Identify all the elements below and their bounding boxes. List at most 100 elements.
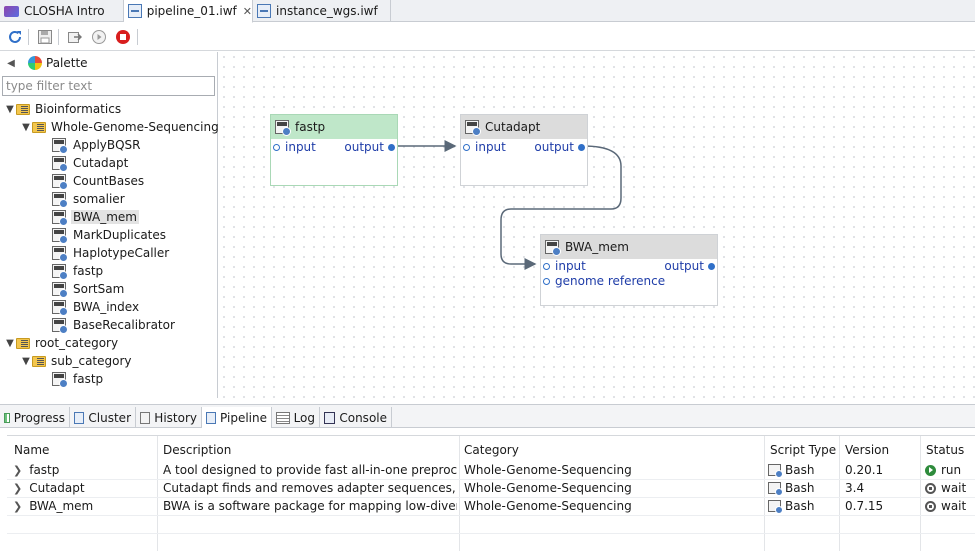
refresh-icon[interactable] [6,28,24,46]
wait-status-icon [925,500,936,512]
output-port[interactable]: output [344,140,395,154]
tree-tool[interactable]: fastp [52,370,105,388]
tool-icon [52,192,68,208]
workflow-file-icon [128,4,142,18]
save-icon[interactable] [36,28,54,46]
node-fastp[interactable]: fastp input output [270,114,398,186]
tab-label: instance_wgs.iwf [276,4,378,18]
pipeline-table: Name Description Category Script Type Ve… [7,435,975,551]
tree-tool[interactable]: CountBases [52,172,146,190]
node-bwa-mem[interactable]: BWA_mem input genome reference output [540,234,718,306]
row-description: A tool designed to provide fast all-in-o… [163,463,457,477]
chevron-down-icon[interactable]: ▼ [20,356,32,367]
tree-tool-selected[interactable]: BWA_mem [52,208,139,226]
editor-toolbar [0,23,975,51]
close-icon[interactable]: ✕ [243,5,252,18]
tab-pipeline[interactable]: Pipeline [202,407,272,428]
tree-tool[interactable]: BaseRecalibrator [52,316,177,334]
tree-tool[interactable]: BWA_index [52,298,141,316]
tab-progress[interactable]: Progress [0,407,70,428]
tool-icon [52,246,68,262]
input-port[interactable]: genome reference [543,274,665,288]
tab-cluster[interactable]: Cluster [70,407,136,428]
node-header: BWA_mem [541,235,717,259]
palette-header: ◀ Palette [0,52,217,74]
output-port[interactable]: output [534,140,585,154]
output-port[interactable]: output [664,259,715,273]
chevron-right-icon[interactable]: ❯ [13,500,22,513]
chevron-down-icon[interactable]: ▼ [4,338,16,349]
tool-icon [52,264,68,280]
palette-panel: ◀ Palette ▼ Bioinformatics ▼ Whole-Genom… [0,52,221,398]
tool-icon [52,228,68,244]
status-badge: run [925,461,961,479]
table-row[interactable]: ❯ Cutadapt [13,479,85,497]
tree-category[interactable]: ▼ Whole-Genome-Sequencing [20,118,221,136]
node-cutadapt[interactable]: Cutadapt input output [460,114,588,186]
tree-tool[interactable]: SortSam [52,280,126,298]
input-port[interactable]: input [273,140,316,154]
input-port[interactable]: input [463,140,506,154]
tab-label: CLOSHA Intro [24,4,105,18]
table-row[interactable]: ❯ fastp [13,461,59,479]
output-port-icon [708,262,715,270]
tab-log[interactable]: Log [272,407,320,428]
tab-closha-intro[interactable]: CLOSHA Intro [0,0,124,22]
row-category: Whole-Genome-Sequencing [464,481,632,495]
node-header: fastp [271,115,397,139]
stop-icon[interactable] [114,28,132,46]
export-icon[interactable] [66,28,84,46]
input-port-icon [463,143,470,151]
closha-logo-icon [4,5,19,17]
tab-console[interactable]: Console [320,407,392,428]
output-port-icon [388,143,395,151]
chevron-down-icon[interactable]: ▼ [20,122,32,133]
tree-tool[interactable]: somalier [52,190,127,208]
tool-icon [52,174,68,190]
tree-category[interactable]: ▼ sub_category [20,352,134,370]
log-icon [276,411,290,424]
tree-tool[interactable]: MarkDuplicates [52,226,168,244]
collapse-palette-icon[interactable]: ◀ [0,58,22,69]
column-header-script-type[interactable]: Script Type [770,439,836,461]
history-icon [140,411,151,424]
chevron-right-icon[interactable]: ❯ [13,464,22,477]
input-port-icon [543,277,550,285]
console-icon [324,411,336,424]
run-icon[interactable] [90,28,108,46]
row-description: BWA is a software package for mapping lo… [163,499,457,513]
row-description: Cutadapt finds and removes adapter seque… [163,481,457,495]
tree-category[interactable]: ▼ root_category [4,334,120,352]
input-port-icon [273,143,280,151]
tree-tool[interactable]: fastp [52,262,105,280]
tool-icon [465,120,481,136]
column-header-description[interactable]: Description [163,439,231,461]
tree-tool[interactable]: Cutadapt [52,154,130,172]
tree-category[interactable]: ▼ Bioinformatics [4,100,123,118]
column-header-version[interactable]: Version [845,439,889,461]
tree-tool[interactable]: ApplyBQSR [52,136,143,154]
tool-icon [52,372,68,388]
row-category: Whole-Genome-Sequencing [464,463,632,477]
chevron-down-icon[interactable]: ▼ [4,104,16,115]
pipeline-canvas[interactable]: fastp input output Cutadapt input output… [219,52,975,398]
status-badge: wait [925,497,966,515]
palette-icon [28,56,42,70]
column-header-category[interactable]: Category [464,439,519,461]
chevron-right-icon[interactable]: ❯ [13,482,22,495]
tree-tool[interactable]: HaplotypeCaller [52,244,171,262]
row-version: 0.7.15 [845,499,884,513]
tab-instance-wgs[interactable]: instance_wgs.iwf [253,0,391,22]
status-badge: wait [925,479,966,497]
tab-pipeline-01[interactable]: pipeline_01.iwf ✕ [124,0,253,23]
palette-filter-input[interactable] [2,76,215,96]
tool-icon [545,240,561,256]
tab-history[interactable]: History [136,407,202,428]
folder-icon [16,103,30,115]
column-header-status[interactable]: Status [926,439,964,461]
input-port[interactable]: input [543,259,586,273]
tab-label: pipeline_01.iwf [146,4,237,18]
folder-icon [16,337,30,349]
column-header-name[interactable]: Name [14,439,49,461]
table-row[interactable]: ❯ BWA_mem [13,497,93,515]
